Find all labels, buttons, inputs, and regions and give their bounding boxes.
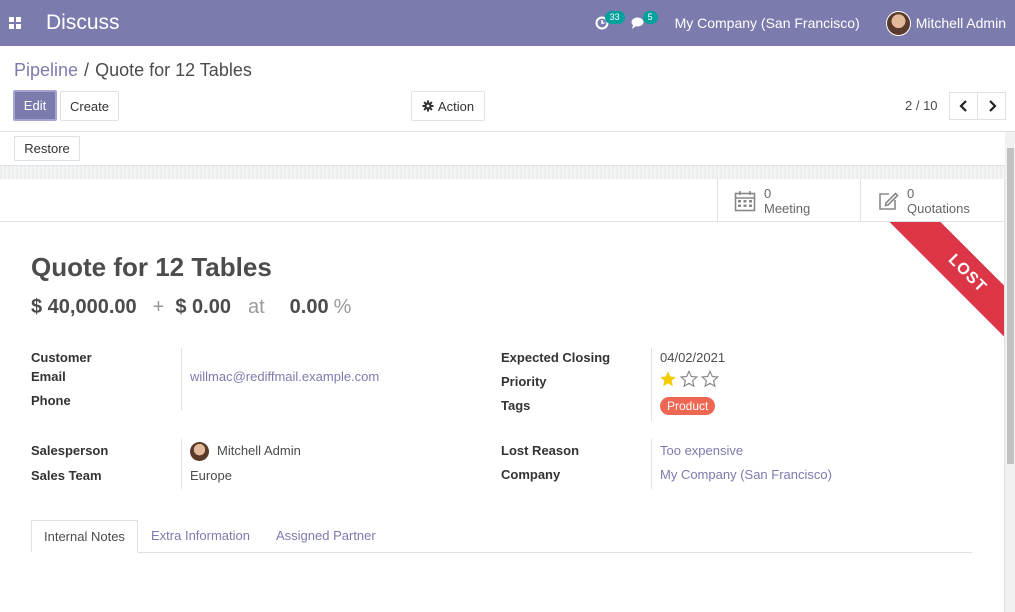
sheet-background-strip [0, 165, 1005, 179]
lost-ribbon: LOST [862, 222, 1004, 365]
lost-ribbon-text: LOST [883, 222, 1004, 358]
expected-revenue: $ 40,000.00 [31, 296, 137, 318]
tag-badge[interactable]: Product [660, 397, 716, 415]
salesperson-label: Salesperson [31, 443, 109, 458]
breadcrumb-separator: / [84, 60, 90, 80]
customer-label: Customer [31, 350, 92, 365]
tab-assigned-partner[interactable]: Assigned Partner [264, 520, 388, 553]
meeting-count: 0 [764, 185, 772, 201]
breadcrumb: Pipeline / Quote for 12 Tables [14, 60, 252, 81]
company-switcher[interactable]: My Company (San Francisco) [675, 15, 860, 31]
lost-reason-value[interactable]: Too expensive [660, 443, 743, 458]
action-button-label: Action [437, 98, 475, 114]
notebook-tabs: Internal Notes Extra Information Assigne… [31, 520, 972, 553]
form-sheet: 0 Meeting 0 Quotations LOST Quote for 12… [0, 179, 1005, 612]
quotations-smart-button[interactable]: 0 Quotations [860, 179, 1004, 222]
priority-label: Priority [501, 374, 547, 389]
edit-button-label: Edit [23, 98, 47, 113]
email-value[interactable]: willmac@rediffmail.example.com [190, 369, 379, 384]
expected-closing-value: 04/02/2021 [660, 350, 726, 365]
field-divider [181, 439, 182, 489]
control-panel-divider [0, 131, 1015, 132]
field-divider [651, 348, 652, 421]
calendar-icon [734, 190, 756, 211]
apps-menu-icon[interactable] [0, 0, 30, 46]
sales-team-value[interactable]: Europe [190, 468, 232, 483]
app-title[interactable]: Discuss [46, 11, 120, 35]
star-filled-icon[interactable] [659, 370, 677, 388]
restore-button[interactable]: Restore [14, 136, 80, 161]
revenue-row: $ 40,000.00 + $ 0.00 at 0.00 % [31, 296, 351, 319]
prorated-revenue: $ 0.00 [175, 296, 231, 318]
tags-label: Tags [501, 398, 531, 413]
edit-icon [879, 191, 899, 210]
action-button[interactable]: Action [411, 91, 485, 121]
tab-internal-notes[interactable]: Internal Notes [31, 520, 138, 553]
activity-count-badge: 33 [604, 11, 625, 24]
scrollbar-thumb[interactable] [1007, 148, 1014, 464]
user-menu[interactable]: Mitchell Admin [885, 10, 1006, 36]
at-text: at [247, 296, 265, 318]
breadcrumb-pipeline-link[interactable]: Pipeline [14, 60, 78, 80]
edit-button[interactable]: Edit [13, 90, 57, 121]
email-label: Email [31, 369, 66, 384]
chevron-right-icon [988, 100, 997, 112]
salesperson-value[interactable]: Mitchell Admin [217, 443, 301, 458]
messaging-menu[interactable]: 5 [631, 0, 658, 46]
field-divider [181, 348, 182, 410]
company-label: Company [501, 467, 561, 482]
meeting-label: Meeting [764, 200, 811, 216]
pager-next-button[interactable] [977, 92, 1006, 120]
top-navbar: Discuss 33 5 My Company (San Francisco) … [0, 0, 1015, 46]
field-divider [651, 439, 652, 489]
messages-count-badge: 5 [642, 11, 658, 24]
tab-extra-information[interactable]: Extra Information [139, 520, 262, 553]
breadcrumb-current: Quote for 12 Tables [95, 60, 252, 80]
create-button-label: Create [69, 98, 110, 114]
company-value[interactable]: My Company (San Francisco) [660, 467, 832, 482]
user-name: Mitchell Admin [915, 15, 1006, 31]
meeting-smart-button[interactable]: 0 Meeting [717, 179, 861, 222]
lost-reason-label: Lost Reason [501, 443, 580, 458]
restore-button-label: Restore [24, 141, 70, 156]
sales-team-label: Sales Team [31, 468, 102, 483]
salesperson-avatar [190, 442, 209, 461]
expected-closing-label: Expected Closing [501, 350, 611, 365]
phone-label: Phone [31, 393, 71, 408]
quotations-label: Quotations [907, 200, 970, 216]
activity-menu[interactable]: 33 [595, 0, 625, 46]
create-button[interactable]: Create [60, 91, 119, 121]
probability-value: 0.00 [289, 296, 329, 318]
star-empty-icon[interactable] [680, 370, 698, 388]
star-empty-icon[interactable] [701, 370, 719, 388]
percent-sign: % [333, 296, 352, 318]
smart-button-box: 0 Meeting 0 Quotations [0, 179, 1004, 222]
pager-value[interactable]: 2 / 10 [905, 98, 938, 113]
quotations-count: 0 [907, 185, 915, 201]
pager-previous-button[interactable] [949, 92, 978, 120]
chevron-left-icon [958, 100, 967, 112]
plus-sign: + [152, 296, 165, 318]
gear-icon [422, 100, 434, 112]
user-avatar [885, 10, 911, 36]
record-title: Quote for 12 Tables [31, 252, 272, 282]
